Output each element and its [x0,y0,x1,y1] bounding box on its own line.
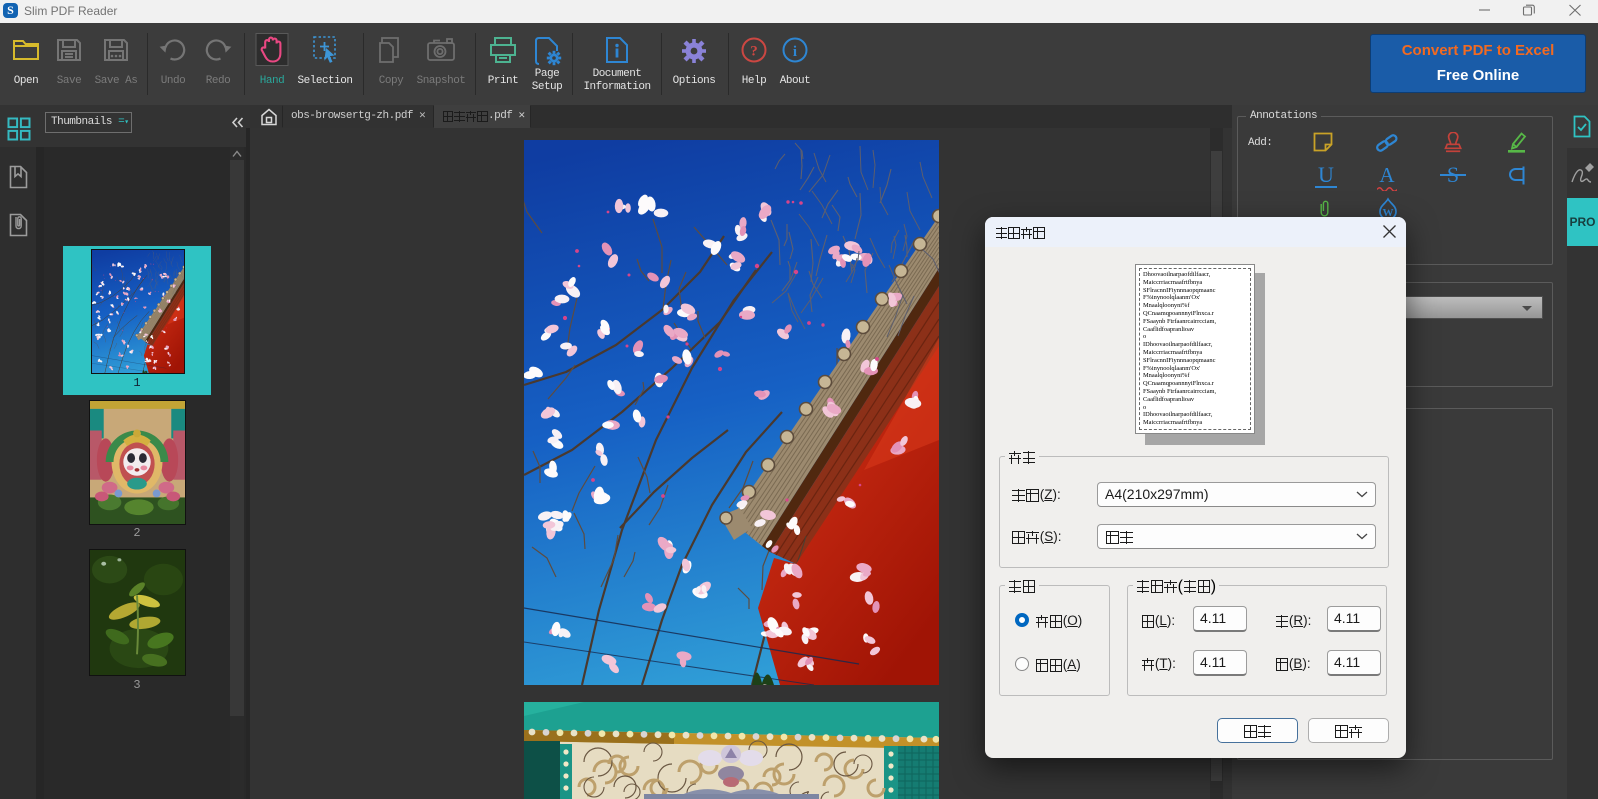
svg-text:i: i [793,44,797,60]
svg-text:?: ? [750,44,758,60]
